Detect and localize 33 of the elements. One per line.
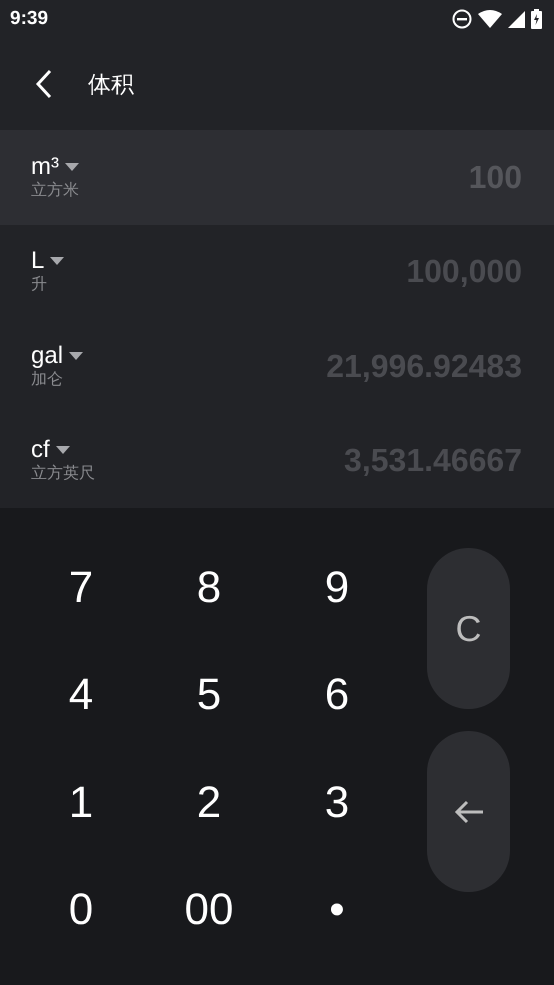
unit-name: 升 [31, 274, 48, 296]
keypad-key[interactable]: 9 [273, 534, 401, 642]
clock: 9:39 [10, 8, 48, 30]
keypad-key[interactable]: 5 [145, 642, 273, 749]
unit-selector[interactable]: m³ [31, 154, 79, 180]
do-not-disturb-icon [452, 9, 472, 29]
keypad-key[interactable]: 2 [145, 749, 273, 856]
keypad-key[interactable]: 4 [17, 642, 145, 749]
keypad-key[interactable]: 8 [145, 534, 273, 642]
keypad-key[interactable]: 3 [273, 749, 401, 856]
back-button[interactable] [34, 69, 54, 99]
page-title: 体积 [88, 70, 134, 100]
caret-icon [64, 162, 79, 171]
caret-icon [56, 446, 70, 454]
unit-selector[interactable]: L [31, 248, 64, 274]
signal-icon [508, 10, 525, 28]
left-arrow-icon [452, 798, 484, 824]
wifi-icon [478, 10, 502, 28]
battery-charging-icon [531, 9, 542, 29]
unit-name: 立方米 [31, 180, 79, 201]
unit-name: 加仑 [31, 368, 64, 390]
caret-icon [69, 352, 84, 360]
keypad-key[interactable]: • [273, 856, 401, 964]
keypad-key[interactable]: 00 [145, 856, 273, 964]
unit-selector[interactable]: gal [31, 342, 84, 369]
unit-selector[interactable]: cf [31, 437, 95, 464]
keypad-key[interactable]: 0 [17, 856, 145, 964]
keypad-key[interactable]: 7 [17, 534, 145, 642]
keypad-key[interactable]: 1 [17, 749, 145, 856]
caret-icon [50, 257, 64, 266]
clear-button[interactable]: C [427, 548, 510, 709]
unit-name: 立方英尺 [31, 463, 95, 484]
keypad-key[interactable]: 6 [273, 642, 401, 749]
